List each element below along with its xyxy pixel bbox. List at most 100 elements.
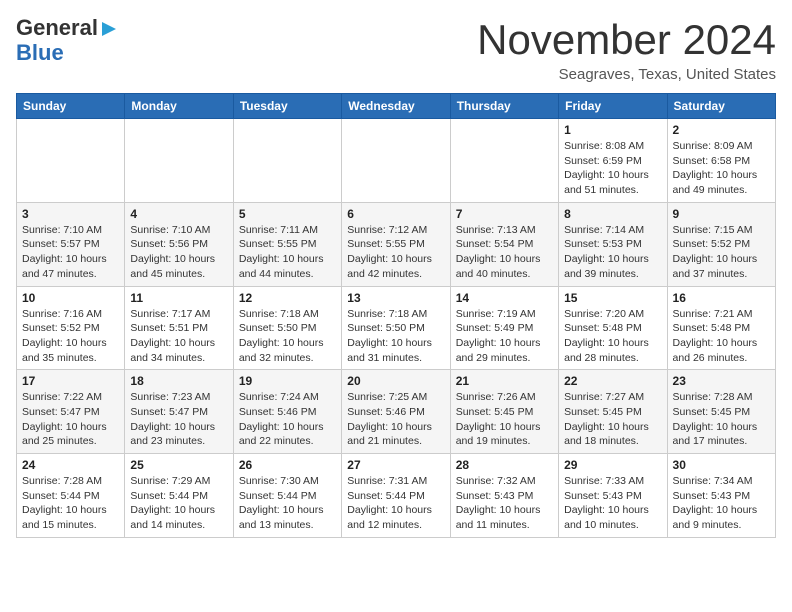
day-number: 8 bbox=[564, 207, 661, 221]
day-detail: Sunrise: 7:10 AMSunset: 5:56 PMDaylight:… bbox=[130, 223, 227, 282]
calendar-cell: 30Sunrise: 7:34 AMSunset: 5:43 PMDayligh… bbox=[667, 454, 775, 538]
calendar-cell: 13Sunrise: 7:18 AMSunset: 5:50 PMDayligh… bbox=[342, 286, 450, 370]
calendar-cell: 2 Sunrise: 8:09 AMSunset: 6:58 PMDaylight… bbox=[667, 119, 775, 203]
calendar-cell: 11Sunrise: 7:17 AMSunset: 5:51 PMDayligh… bbox=[125, 286, 233, 370]
page-header: General Blue November 2024 Seagraves, Te… bbox=[16, 16, 776, 83]
day-number: 23 bbox=[673, 374, 770, 388]
calendar-cell: 9 Sunrise: 7:15 AMSunset: 5:52 PMDaylight… bbox=[667, 202, 775, 286]
day-detail: Sunrise: 7:30 AMSunset: 5:44 PMDaylight:… bbox=[239, 474, 336, 533]
calendar-cell bbox=[342, 119, 450, 203]
calendar-cell: 21Sunrise: 7:26 AMSunset: 5:45 PMDayligh… bbox=[450, 370, 558, 454]
day-number: 25 bbox=[130, 458, 227, 472]
day-number: 20 bbox=[347, 374, 444, 388]
day-number: 24 bbox=[22, 458, 119, 472]
calendar-cell: 16 Sunrise: 7:21 AMSunset: 5:48 PMDayligh… bbox=[667, 286, 775, 370]
day-detail: Sunrise: 7:26 AMSunset: 5:45 PMDaylight:… bbox=[456, 390, 553, 449]
day-number: 10 bbox=[22, 291, 119, 305]
calendar-cell bbox=[450, 119, 558, 203]
day-detail: Sunrise: 7:28 AMSunset: 5:44 PMDaylight:… bbox=[22, 474, 119, 533]
calendar-cell: 7 Sunrise: 7:13 AMSunset: 5:54 PMDaylight… bbox=[450, 202, 558, 286]
day-detail: Sunrise: 7:12 AMSunset: 5:55 PMDaylight:… bbox=[347, 223, 444, 282]
day-number: 3 bbox=[22, 207, 119, 221]
day-detail: Sunrise: 7:19 AMSunset: 5:49 PMDaylight:… bbox=[456, 307, 553, 366]
calendar-cell: 25 Sunrise: 7:29 AMSunset: 5:44 PMDayligh… bbox=[125, 454, 233, 538]
header-saturday: Saturday bbox=[667, 94, 775, 119]
day-number: 7 bbox=[456, 207, 553, 221]
calendar-cell: 3 Sunrise: 7:10 AMSunset: 5:57 PMDaylight… bbox=[17, 202, 125, 286]
header-monday: Monday bbox=[125, 94, 233, 119]
day-detail: Sunrise: 7:22 AMSunset: 5:47 PMDaylight:… bbox=[22, 390, 119, 449]
calendar-cell: 15 Sunrise: 7:20 AMSunset: 5:48 PMDayligh… bbox=[559, 286, 667, 370]
header-thursday: Thursday bbox=[450, 94, 558, 119]
calendar-cell: 4Sunrise: 7:10 AMSunset: 5:56 PMDaylight… bbox=[125, 202, 233, 286]
day-detail: Sunrise: 7:10 AMSunset: 5:57 PMDaylight:… bbox=[22, 223, 119, 282]
day-detail: Sunrise: 7:18 AMSunset: 5:50 PMDaylight:… bbox=[239, 307, 336, 366]
location-title: Seagraves, Texas, United States bbox=[477, 66, 776, 83]
logo-arrow-icon bbox=[100, 20, 118, 38]
calendar-cell bbox=[125, 119, 233, 203]
logo: General Blue bbox=[16, 16, 118, 66]
day-number: 17 bbox=[22, 374, 119, 388]
day-detail: Sunrise: 7:17 AMSunset: 5:51 PMDaylight:… bbox=[130, 307, 227, 366]
month-title: November 2024 bbox=[477, 16, 776, 64]
week-row-4: 17 Sunrise: 7:22 AMSunset: 5:47 PMDayligh… bbox=[17, 370, 776, 454]
calendar-cell: 19 Sunrise: 7:24 AMSunset: 5:46 PMDayligh… bbox=[233, 370, 341, 454]
day-detail: Sunrise: 7:20 AMSunset: 5:48 PMDaylight:… bbox=[564, 307, 661, 366]
day-detail: Sunrise: 7:25 AMSunset: 5:46 PMDaylight:… bbox=[347, 390, 444, 449]
day-detail: Sunrise: 7:14 AMSunset: 5:53 PMDaylight:… bbox=[564, 223, 661, 282]
day-number: 22 bbox=[564, 374, 661, 388]
calendar-cell bbox=[233, 119, 341, 203]
day-number: 15 bbox=[564, 291, 661, 305]
calendar-cell: 29 Sunrise: 7:33 AMSunset: 5:43 PMDayligh… bbox=[559, 454, 667, 538]
title-block: November 2024 Seagraves, Texas, United S… bbox=[477, 16, 776, 83]
day-detail: Sunrise: 7:28 AMSunset: 5:45 PMDaylight:… bbox=[673, 390, 770, 449]
day-number: 1 bbox=[564, 123, 661, 137]
calendar-cell: 26 Sunrise: 7:30 AMSunset: 5:44 PMDayligh… bbox=[233, 454, 341, 538]
day-detail: Sunrise: 7:24 AMSunset: 5:46 PMDaylight:… bbox=[239, 390, 336, 449]
day-detail: Sunrise: 8:09 AMSunset: 6:58 PMDaylight:… bbox=[673, 139, 770, 198]
header-wednesday: Wednesday bbox=[342, 94, 450, 119]
day-number: 19 bbox=[239, 374, 336, 388]
day-number: 30 bbox=[673, 458, 770, 472]
day-detail: Sunrise: 7:16 AMSunset: 5:52 PMDaylight:… bbox=[22, 307, 119, 366]
week-row-3: 10 Sunrise: 7:16 AMSunset: 5:52 PMDayligh… bbox=[17, 286, 776, 370]
day-number: 6 bbox=[347, 207, 444, 221]
calendar-cell: 18 Sunrise: 7:23 AMSunset: 5:47 PMDayligh… bbox=[125, 370, 233, 454]
calendar-cell: 6 Sunrise: 7:12 AMSunset: 5:55 PMDaylight… bbox=[342, 202, 450, 286]
day-number: 9 bbox=[673, 207, 770, 221]
day-detail: Sunrise: 7:33 AMSunset: 5:43 PMDaylight:… bbox=[564, 474, 661, 533]
calendar-cell: 14Sunrise: 7:19 AMSunset: 5:49 PMDayligh… bbox=[450, 286, 558, 370]
week-row-5: 24 Sunrise: 7:28 AMSunset: 5:44 PMDayligh… bbox=[17, 454, 776, 538]
day-detail: Sunrise: 7:29 AMSunset: 5:44 PMDaylight:… bbox=[130, 474, 227, 533]
day-detail: Sunrise: 7:21 AMSunset: 5:48 PMDaylight:… bbox=[673, 307, 770, 366]
calendar-cell: 22 Sunrise: 7:27 AMSunset: 5:45 PMDayligh… bbox=[559, 370, 667, 454]
day-number: 29 bbox=[564, 458, 661, 472]
day-number: 28 bbox=[456, 458, 553, 472]
day-number: 12 bbox=[239, 291, 336, 305]
day-detail: Sunrise: 7:32 AMSunset: 5:43 PMDaylight:… bbox=[456, 474, 553, 533]
day-detail: Sunrise: 7:13 AMSunset: 5:54 PMDaylight:… bbox=[456, 223, 553, 282]
calendar-cell: 20 Sunrise: 7:25 AMSunset: 5:46 PMDayligh… bbox=[342, 370, 450, 454]
day-detail: Sunrise: 7:27 AMSunset: 5:45 PMDaylight:… bbox=[564, 390, 661, 449]
day-number: 18 bbox=[130, 374, 227, 388]
day-detail: Sunrise: 7:11 AMSunset: 5:55 PMDaylight:… bbox=[239, 223, 336, 282]
calendar-cell: 10 Sunrise: 7:16 AMSunset: 5:52 PMDayligh… bbox=[17, 286, 125, 370]
logo-line1: General bbox=[16, 16, 98, 40]
day-number: 16 bbox=[673, 291, 770, 305]
calendar-cell: 27Sunrise: 7:31 AMSunset: 5:44 PMDayligh… bbox=[342, 454, 450, 538]
logo-line2: Blue bbox=[16, 40, 64, 66]
day-detail: Sunrise: 8:08 AMSunset: 6:59 PMDaylight:… bbox=[564, 139, 661, 198]
day-detail: Sunrise: 7:23 AMSunset: 5:47 PMDaylight:… bbox=[130, 390, 227, 449]
day-detail: Sunrise: 7:18 AMSunset: 5:50 PMDaylight:… bbox=[347, 307, 444, 366]
calendar-cell: 24 Sunrise: 7:28 AMSunset: 5:44 PMDayligh… bbox=[17, 454, 125, 538]
day-detail: Sunrise: 7:15 AMSunset: 5:52 PMDaylight:… bbox=[673, 223, 770, 282]
day-number: 26 bbox=[239, 458, 336, 472]
calendar-cell: 8 Sunrise: 7:14 AMSunset: 5:53 PMDaylight… bbox=[559, 202, 667, 286]
calendar-cell: 28 Sunrise: 7:32 AMSunset: 5:43 PMDayligh… bbox=[450, 454, 558, 538]
day-number: 2 bbox=[673, 123, 770, 137]
week-row-2: 3 Sunrise: 7:10 AMSunset: 5:57 PMDaylight… bbox=[17, 202, 776, 286]
calendar-cell: 1 Sunrise: 8:08 AMSunset: 6:59 PMDaylight… bbox=[559, 119, 667, 203]
calendar-cell: 5Sunrise: 7:11 AMSunset: 5:55 PMDaylight… bbox=[233, 202, 341, 286]
calendar-header-row: SundayMondayTuesdayWednesdayThursdayFrid… bbox=[17, 94, 776, 119]
day-number: 27 bbox=[347, 458, 444, 472]
